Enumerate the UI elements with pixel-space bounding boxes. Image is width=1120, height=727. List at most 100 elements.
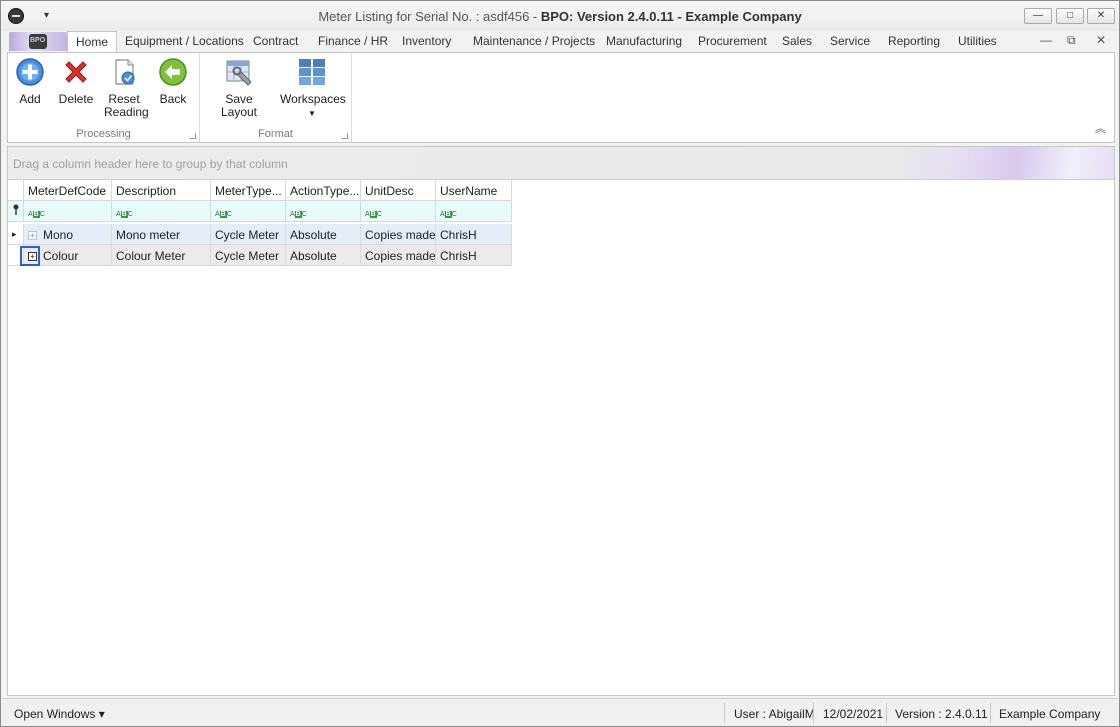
filter-cell-actiontype[interactable]: ABC (286, 201, 361, 222)
cell-actiontype[interactable]: Absolute (286, 245, 361, 266)
mdi-restore-button[interactable]: ⧉ (1067, 33, 1076, 48)
tab-reporting[interactable]: Reporting (888, 34, 940, 48)
cell-meterdefcode-value: Colour (43, 249, 79, 263)
workspaces-dropdown-arrow-icon: ▼ (308, 109, 316, 118)
back-button[interactable]: Back (156, 57, 190, 106)
cell-description[interactable]: Colour Meter (112, 245, 211, 266)
tab-sales[interactable]: Sales (782, 34, 812, 48)
save-layout-icon (224, 57, 254, 87)
column-header-actiontype[interactable]: ActionType... (286, 180, 361, 201)
group-by-panel[interactable]: Drag a column header here to group by th… (8, 147, 1114, 180)
cell-metertype[interactable]: Cycle Meter (211, 245, 286, 266)
text-filter-icon: ABC (440, 211, 457, 218)
status-separator (990, 703, 991, 723)
cell-actiontype[interactable]: Absolute (286, 224, 361, 245)
header-indicator (8, 180, 24, 201)
bpo-logo-icon (29, 34, 47, 49)
tab-maintenance-projects[interactable]: Maintenance / Projects (473, 34, 595, 48)
filter-cell-unitdesc[interactable]: ABC (361, 201, 436, 222)
tab-procurement[interactable]: Procurement (698, 34, 767, 48)
row-pointer-icon: ▸ (8, 224, 24, 245)
cell-username[interactable]: ChrisH (436, 245, 512, 266)
text-filter-icon: ABC (290, 211, 307, 218)
back-arrow-icon (158, 57, 188, 87)
window-title-brand: BPO: Version 2.4.0.11 - Example Company (540, 9, 802, 24)
column-header-meterdefcode[interactable]: MeterDefCode (24, 180, 112, 201)
window-title: Meter Listing for Serial No. : asdf456 -… (1, 9, 1119, 24)
grid-container: Drag a column header here to group by th… (7, 146, 1115, 696)
mdi-minimize-button[interactable]: — (1040, 33, 1052, 47)
status-version: Version : 2.4.0.11 (895, 707, 988, 721)
workspaces-icon (297, 57, 327, 87)
ribbon-tabs: Home Equipment / Locations Contract Fina… (7, 31, 1115, 53)
minimize-button[interactable]: — (1024, 8, 1052, 24)
workspaces-dropdown-button[interactable]: Workspaces ▼ (280, 57, 346, 120)
reset-reading-label-2: Reading (104, 105, 149, 119)
workspaces-label: Workspaces (280, 92, 346, 106)
delete-button[interactable]: Delete (56, 57, 96, 106)
tab-utilities[interactable]: Utilities (958, 34, 997, 48)
expand-row-icon[interactable]: + (28, 231, 37, 240)
open-windows-dropdown[interactable]: Open Windows ▾ (14, 707, 105, 721)
tab-manufacturing[interactable]: Manufacturing (606, 34, 682, 48)
text-filter-icon: ABC (28, 211, 45, 218)
cell-description[interactable]: Mono meter (112, 224, 211, 245)
save-layout-button[interactable]: Save Layout (208, 57, 270, 119)
text-filter-icon: ABC (116, 211, 133, 218)
tab-inventory[interactable]: Inventory (402, 34, 451, 48)
add-button[interactable]: Add (14, 57, 46, 106)
close-button[interactable]: ✕ (1087, 8, 1115, 24)
ribbon-panel: Add Delete Reset Reading Back Processing… (7, 52, 1115, 143)
ribbon-group-processing: Add Delete Reset Reading Back Processing (8, 53, 200, 142)
filter-cell-description[interactable]: ABC (112, 201, 211, 222)
cell-meterdefcode[interactable]: + Mono (24, 224, 112, 245)
filter-row-icon (8, 201, 24, 222)
cell-metertype[interactable]: Cycle Meter (211, 224, 286, 245)
delete-icon (61, 57, 91, 87)
ribbon-group-format: Save Layout Workspaces ▼ Format (200, 53, 352, 142)
filter-cell-meterdefcode[interactable]: ABC (24, 201, 112, 222)
column-header-username[interactable]: UserName (436, 180, 512, 201)
status-date: 12/02/2021 (823, 707, 884, 721)
tab-finance-hr[interactable]: Finance / HR (318, 34, 388, 48)
expand-button-focus-highlight (20, 246, 40, 266)
add-label: Add (19, 92, 41, 106)
tab-contract[interactable]: Contract (253, 34, 298, 48)
tab-service[interactable]: Service (830, 34, 870, 48)
status-separator (724, 703, 725, 723)
mdi-close-button[interactable]: ✕ (1096, 33, 1106, 47)
cell-username[interactable]: ChrisH (436, 224, 512, 245)
group-by-hint: Drag a column header here to group by th… (13, 157, 288, 171)
reset-reading-label-1: Reset (108, 92, 140, 106)
status-bar: Open Windows ▾ User : AbigailM 12/02/202… (1, 698, 1119, 726)
text-filter-icon: ABC (215, 211, 232, 218)
collapse-ribbon-icon[interactable]: ︽ (1095, 120, 1106, 136)
cell-unitdesc[interactable]: Copies made (361, 224, 436, 245)
status-company: Example Company (999, 707, 1101, 721)
reset-reading-button[interactable]: Reset Reading (104, 57, 149, 119)
status-separator (813, 703, 814, 723)
save-layout-label: Save Layout (220, 92, 258, 119)
tab-equipment-locations[interactable]: Equipment / Locations (125, 34, 244, 48)
title-bar: ▾ Meter Listing for Serial No. : asdf456… (1, 1, 1119, 31)
status-user: User : AbigailM (734, 707, 815, 721)
application-menu-button[interactable] (9, 32, 67, 51)
cell-unitdesc[interactable]: Copies made (361, 245, 436, 266)
text-filter-icon: ABC (365, 211, 382, 218)
column-header-metertype[interactable]: MeterType... (211, 180, 286, 201)
column-header-unitdesc[interactable]: UnitDesc (361, 180, 436, 201)
window-title-prefix: Meter Listing for Serial No. : asdf456 - (318, 9, 541, 24)
format-group-launcher-icon[interactable] (342, 133, 348, 139)
filter-cell-metertype[interactable]: ABC (211, 201, 286, 222)
status-separator (886, 703, 887, 723)
tab-home[interactable]: Home (67, 31, 118, 53)
maximize-button[interactable]: □ (1056, 8, 1084, 24)
add-icon (15, 57, 45, 87)
app-window: ▾ Meter Listing for Serial No. : asdf456… (0, 0, 1120, 727)
filter-cell-username[interactable]: ABC (436, 201, 512, 222)
delete-label: Delete (58, 92, 94, 106)
format-group-label: Format (258, 128, 293, 140)
processing-group-launcher-icon[interactable] (190, 133, 196, 139)
reset-reading-icon (109, 57, 139, 87)
column-header-description[interactable]: Description (112, 180, 211, 201)
